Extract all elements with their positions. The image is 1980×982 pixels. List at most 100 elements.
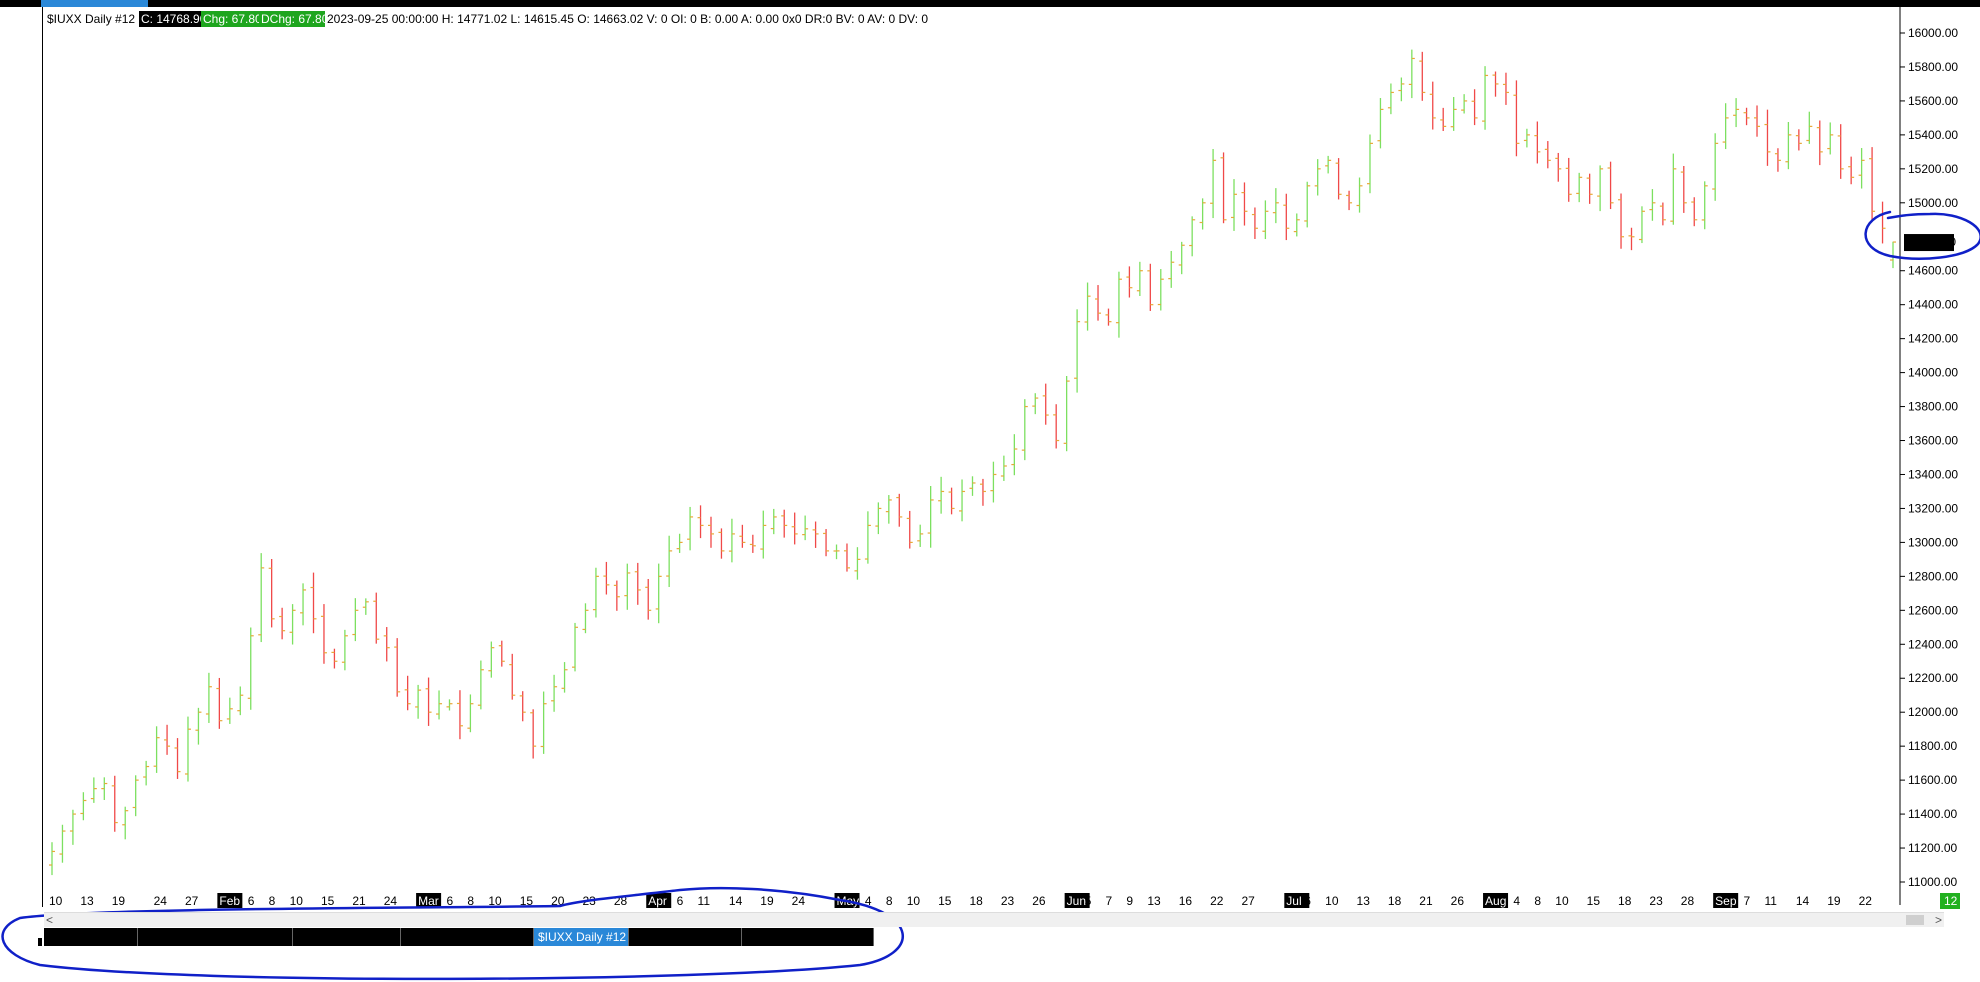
date-tick-label: 24 xyxy=(792,894,806,908)
date-tick-label: 23 xyxy=(1001,894,1015,908)
date-tick-label: 11 xyxy=(1764,894,1777,908)
price-tick-label: 12000.00 xyxy=(1908,705,1958,719)
date-tick-label: 24 xyxy=(154,894,168,908)
date-tick-label: 21 xyxy=(1419,894,1433,908)
date-tick-label: 10 xyxy=(907,894,921,908)
date-tick-label: 28 xyxy=(1681,894,1695,908)
date-tick-label: 27 xyxy=(185,894,199,908)
sheet-tab[interactable] xyxy=(401,928,534,946)
price-tick-label: 13600.00 xyxy=(1908,434,1958,448)
date-tick-label: 23 xyxy=(1649,894,1663,908)
date-tick-label: 4 xyxy=(1513,894,1520,908)
sheet-tab[interactable] xyxy=(44,928,138,946)
dchg-value: DChg: 67.80 xyxy=(261,12,329,26)
price-tick-label: 15400.00 xyxy=(1908,128,1958,142)
price-tick-label: 14400.00 xyxy=(1908,298,1958,312)
month-label: Feb xyxy=(219,894,240,908)
price-tick-label: 11000.00 xyxy=(1908,875,1957,889)
month-label: Mar xyxy=(418,894,439,908)
date-tick-label: 6 xyxy=(1304,894,1311,908)
date-tick-label: 19 xyxy=(112,894,126,908)
horizontal-scrollbar[interactable]: < > xyxy=(44,912,1944,927)
price-tick-label: 11600.00 xyxy=(1908,773,1957,787)
date-tick-label: 16 xyxy=(1179,894,1193,908)
price-tick-label: 14200.00 xyxy=(1908,332,1958,346)
price-tick-label: 16000.00 xyxy=(1908,26,1958,40)
price-tick-label: 12600.00 xyxy=(1908,603,1958,617)
price-chart[interactable]: $IUXX Daily #12 C: 14768.90 Chg: 67.80 D… xyxy=(0,0,1980,982)
date-tick-label: 15 xyxy=(938,894,952,908)
axis-corner-label: 12 xyxy=(1944,894,1958,908)
date-tick-label: 9 xyxy=(1126,894,1133,908)
date-tick-label: 22 xyxy=(1859,894,1873,908)
month-label: Aug xyxy=(1485,894,1506,908)
date-tick-label: 6 xyxy=(677,894,684,908)
date-tick-label: 18 xyxy=(970,894,984,908)
plot-area xyxy=(44,7,1900,905)
price-tick-label: 15800.00 xyxy=(1908,60,1958,74)
date-tick-label: 10 xyxy=(49,894,63,908)
price-tick-label: 11200.00 xyxy=(1908,841,1957,855)
date-tick-label: 10 xyxy=(290,894,304,908)
sheet-tab[interactable] xyxy=(629,928,742,946)
price-tick-label: 15000.00 xyxy=(1908,196,1958,210)
price-tick-label: 14000.00 xyxy=(1908,366,1958,380)
price-tick-label: 15200.00 xyxy=(1908,162,1958,176)
date-tick-label: 14 xyxy=(729,894,743,908)
month-label: Apr xyxy=(648,894,667,908)
date-tick-label: 10 xyxy=(1325,894,1339,908)
last-price-label: 14768.90 xyxy=(1906,235,1956,249)
sheet-tab-bar: $IUXX Daily #12 xyxy=(44,928,874,946)
price-tick-label: 14600.00 xyxy=(1908,264,1958,278)
date-tick-label: 11 xyxy=(698,894,711,908)
date-tick-label: 13 xyxy=(80,894,94,908)
date-tick-label: 26 xyxy=(1451,894,1465,908)
date-tick-label: 13 xyxy=(1357,894,1371,908)
date-tick-label: 7 xyxy=(1744,894,1751,908)
date-tick-label: 14 xyxy=(1796,894,1810,908)
ohlc-details: 2023-09-25 00:00:00 H: 14771.02 L: 14615… xyxy=(327,12,928,26)
sheet-tab-active[interactable]: $IUXX Daily #12 xyxy=(534,928,629,946)
price-tick-label: 13800.00 xyxy=(1908,400,1958,414)
date-tick-label: 6 xyxy=(248,894,255,908)
month-label: Sep xyxy=(1715,894,1737,908)
sheet-tab[interactable] xyxy=(742,928,874,946)
date-tick-label: 24 xyxy=(384,894,398,908)
scroll-thumb[interactable] xyxy=(1906,915,1924,925)
price-tick-label: 13000.00 xyxy=(1908,535,1958,549)
price-tick-label: 11800.00 xyxy=(1908,739,1957,753)
month-label: Jul xyxy=(1286,894,1301,908)
date-tick-label: 10 xyxy=(1555,894,1569,908)
date-tick-label: 8 xyxy=(1534,894,1541,908)
date-tick-label: 18 xyxy=(1618,894,1632,908)
date-tick-label: 8 xyxy=(269,894,276,908)
price-tick-label: 13400.00 xyxy=(1908,467,1958,481)
price-tick-label: 15600.00 xyxy=(1908,94,1958,108)
price-axis: 16000.00 15800.00 15600.00 15400.00 15200.00… xyxy=(1900,26,1958,889)
date-tick-label: 13 xyxy=(1147,894,1161,908)
sheet-tab[interactable] xyxy=(138,928,293,946)
chg-value: Chg: 67.80 xyxy=(203,12,262,26)
close-value: C: 14768.90 xyxy=(141,12,207,26)
sheet-tab[interactable] xyxy=(293,928,401,946)
date-tick-label: 15 xyxy=(1587,894,1601,908)
price-tick-label: 12400.00 xyxy=(1908,637,1958,651)
date-tick-label: 15 xyxy=(321,894,335,908)
price-tick-label: 11400.00 xyxy=(1908,807,1957,821)
date-tick-label: 26 xyxy=(1032,894,1046,908)
date-tick-label: 18 xyxy=(1388,894,1402,908)
scroll-left-arrow[interactable]: < xyxy=(46,913,53,927)
date-tick-label: 21 xyxy=(352,894,366,908)
tab-scroll-marker xyxy=(38,938,42,946)
price-tick-label: 12800.00 xyxy=(1908,569,1958,583)
price-tick-label: 12200.00 xyxy=(1908,671,1958,685)
date-tick-label: 8 xyxy=(886,894,893,908)
price-tick-label: 13200.00 xyxy=(1908,501,1958,515)
date-tick-label: 5 xyxy=(1085,894,1092,908)
month-label: Jun xyxy=(1067,894,1086,908)
scroll-right-arrow[interactable]: > xyxy=(1935,913,1942,927)
date-tick-label: 7 xyxy=(1105,894,1112,908)
symbol-title: $IUXX Daily #12 xyxy=(47,12,135,26)
date-tick-label: 27 xyxy=(1241,894,1255,908)
date-tick-label: 22 xyxy=(1210,894,1224,908)
